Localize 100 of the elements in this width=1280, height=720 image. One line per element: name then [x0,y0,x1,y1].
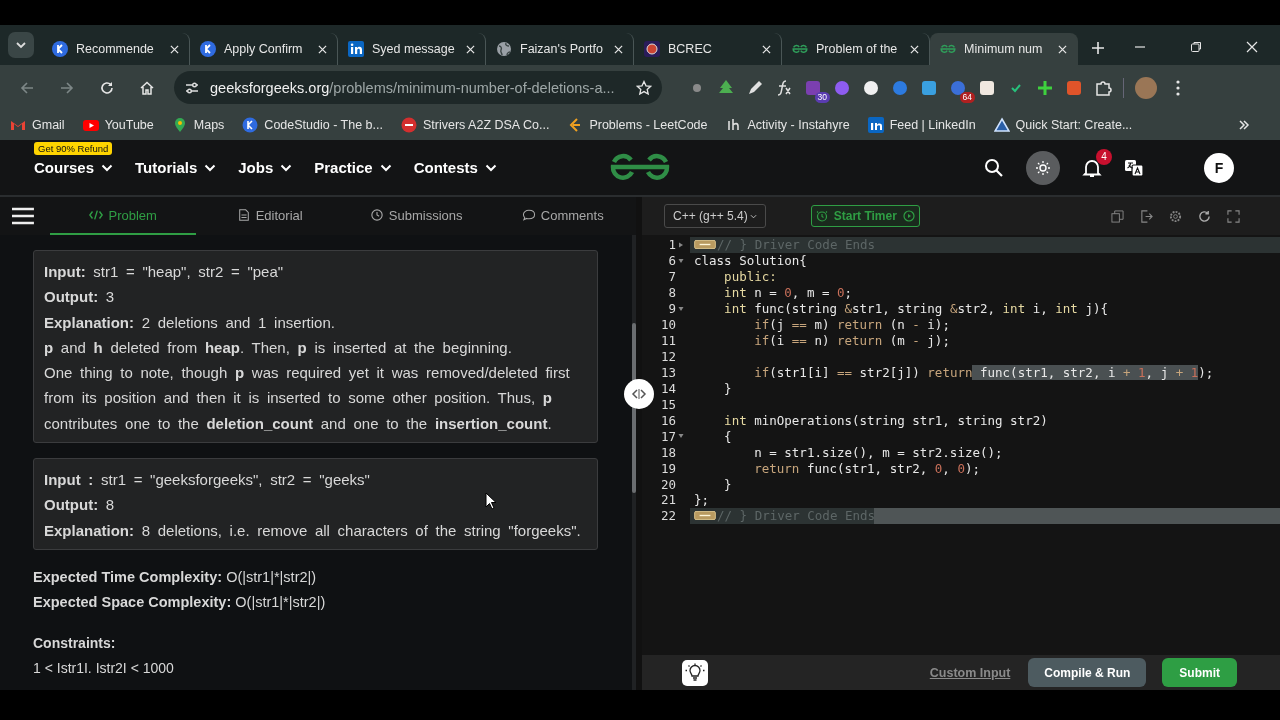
home-icon[interactable] [139,79,155,96]
compile-run-button[interactable]: Compile & Run [1028,658,1147,687]
forward-icon[interactable] [59,79,75,96]
code-editor[interactable] [642,235,1280,655]
nav-menu-item[interactable]: Tutorials [135,159,217,176]
resize-arrows-icon [631,388,647,400]
theme-toggle-button[interactable] [1026,150,1060,185]
extension-icon[interactable] [862,78,880,97]
close-window-icon[interactable] [1246,41,1258,53]
notification-badge: 4 [1096,148,1112,165]
fold-arrow-icon[interactable] [678,433,684,440]
example-text: Explanation: 8 deletions, i.e. remove all characters of the string "forgeeks". [44,520,581,541]
bookmark-item[interactable]: Problems - LeetCode [567,117,708,133]
chevron-down-icon [280,163,293,172]
close-icon[interactable] [910,44,919,54]
extension-icon[interactable] [775,78,793,97]
chevron-down-icon [484,163,497,172]
more-menu-icon[interactable] [1176,79,1180,96]
bookmark-item[interactable]: CodeStudio - The b... [242,117,383,133]
new-tab-icon[interactable] [1092,42,1104,54]
code-line: int func(string &str1, string &str2, int i, int j){ [723,301,1108,317]
complexity-text: Expected Space Complexity: O(|str1|*|str2|) [33,592,327,612]
close-icon[interactable] [318,44,327,54]
crest-icon [644,41,660,57]
exit-icon[interactable] [1140,209,1153,223]
constraints-heading: Constraints: [33,633,117,653]
fold-marker-icon[interactable] [694,240,716,250]
extension-icon[interactable] [746,78,764,97]
bell-icon[interactable] [1082,157,1102,178]
hint-bulb-button[interactable] [682,659,708,686]
back-icon[interactable] [19,79,35,96]
extension-icon[interactable] [978,78,996,97]
extension-icon[interactable] [1094,78,1112,97]
fold-arrow-icon[interactable] [678,305,684,312]
fold-arrow-icon[interactable] [678,241,684,248]
favicon-icon [200,41,216,57]
bookmark-item[interactable]: Strivers A2Z DSA Co... [400,117,550,133]
line-number: 10 [660,317,676,333]
menu-icon[interactable] [12,207,34,225]
extension-icon[interactable] [1036,78,1054,97]
code-line: if(str1[i] == str2[j]) return func(str1, str2, i + 1, j + 1); [753,364,1214,380]
example-text: Input: str1 = "heap", str2 = "pea" [44,262,284,282]
example-text: Input : str1 = "geeksforgeeks", str2 = "geeks" [44,470,370,491]
fullscreen-icon[interactable] [1227,209,1240,223]
problem-tab[interactable]: Editorial [196,197,343,235]
line-number: 6 [668,253,676,269]
bookmark-item[interactable]: Activity - Instahyre [725,117,850,133]
line-number: 7 [668,269,676,285]
close-icon[interactable] [614,44,623,54]
restore-icon[interactable] [1190,41,1202,53]
linkedin-icon [348,41,364,57]
bookmark-star-icon[interactable] [636,79,652,96]
language-select[interactable]: C++ (g++ 5.4) [664,204,766,228]
browser-tab[interactable]: Minimum num [930,33,1078,65]
line-number: 17 [660,428,676,444]
problem-tab[interactable]: Comments [489,197,636,235]
copy-icon[interactable] [1111,209,1124,223]
gfg-logo-icon[interactable] [609,153,671,181]
reset-icon[interactable] [1198,209,1211,223]
custom-input-link[interactable]: Custom Input [929,665,1011,680]
settings-icon[interactable] [1169,209,1182,223]
triangle-icon [993,117,1010,133]
bookmark-item[interactable]: Maps [171,117,225,133]
tab-search-button[interactable] [8,32,34,58]
mouse-cursor-icon [485,492,497,510]
close-icon[interactable] [762,44,771,54]
line-number: 12 [660,349,676,365]
document-icon [236,209,251,221]
chevron-down-icon [379,163,392,172]
problem-tab[interactable]: Problem [49,197,197,235]
reload-icon[interactable] [99,79,115,96]
profile-avatar[interactable] [1135,76,1157,99]
bookmark-item[interactable]: Quick Start: Create... [993,117,1133,133]
bookmark-item[interactable]: Gmail [10,117,65,133]
nav-menu-item[interactable]: Practice [314,159,392,176]
code-line: return func(str1, str2, 0, 0); [753,460,980,476]
search-icon[interactable] [984,157,1004,178]
line-number: 19 [660,460,676,476]
linkedin-icon [867,117,884,133]
problem-tab[interactable]: Submissions [342,197,490,235]
caret-icon [749,213,757,219]
nav-menu-item[interactable]: Jobs [238,159,293,176]
bookmark-item[interactable]: YouTube [82,117,154,133]
play-logo-icon [82,117,99,133]
line-number: 21 [660,492,676,508]
start-timer-button[interactable]: Start Timer [810,205,920,227]
more-bookmarks-icon[interactable] [1238,119,1250,131]
nav-menu-item[interactable]: Courses [34,159,114,176]
fold-arrow-icon[interactable] [678,257,684,264]
code-line: { [723,428,732,444]
translate-icon[interactable] [1124,157,1144,178]
lightbulb-icon [685,662,705,683]
close-icon[interactable] [170,44,179,54]
close-icon[interactable] [1058,44,1067,54]
bookmark-item[interactable]: Feed | LinkedIn [867,117,976,133]
address-bar[interactable]: geeksforgeeks.org/problems/minimum-number-of-deletions-a... [174,71,662,104]
nav-menu-item[interactable]: Contests [413,159,497,176]
user-avatar[interactable]: F [1204,152,1234,183]
fold-marker-icon[interactable] [694,511,716,521]
close-icon[interactable] [466,44,475,54]
